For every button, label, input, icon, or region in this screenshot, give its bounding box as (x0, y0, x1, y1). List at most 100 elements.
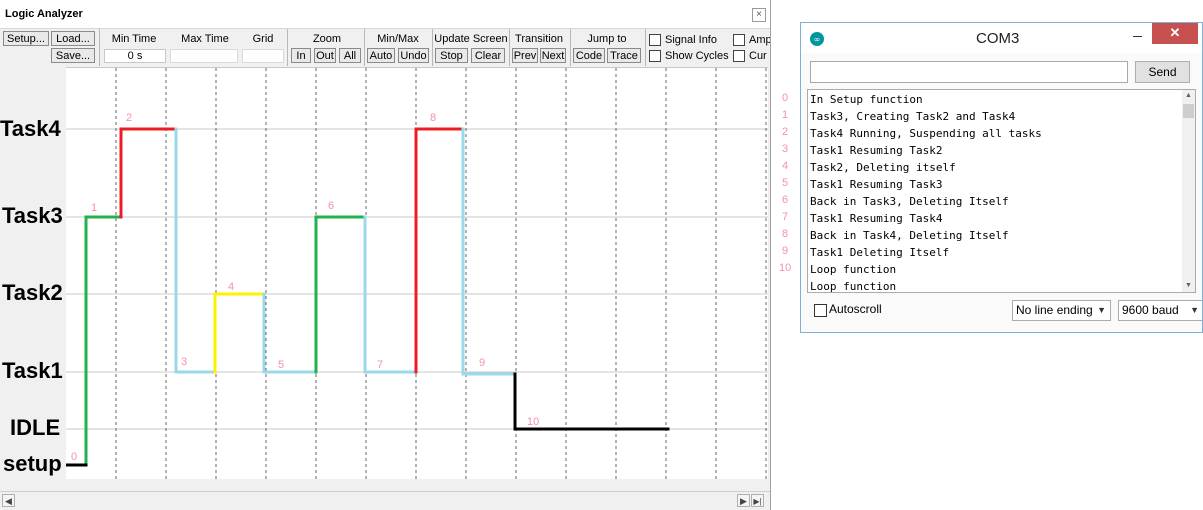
save-button[interactable]: Save... (51, 48, 95, 63)
chevron-down-icon: ▼ (1097, 305, 1106, 315)
serial-line-number: 6 (782, 194, 789, 206)
scroll-left-icon[interactable]: ◀ (2, 494, 15, 507)
zoom-out-button[interactable]: Out (314, 48, 336, 63)
baud-value: 9600 baud (1122, 303, 1179, 317)
transition-label: Transition (515, 33, 563, 45)
step-number-labels: 0 1 2 3 4 5 6 7 8 9 10 (71, 112, 539, 463)
serial-line: Back in Task3, Deleting Itself (810, 195, 1009, 208)
minmax-label: Min/Max (377, 33, 419, 45)
min-time-label: Min Time (111, 33, 157, 45)
prev-button[interactable]: Prev (512, 48, 538, 63)
line-ending-select[interactable]: No line ending ▼ (1012, 300, 1111, 321)
toolbar-separator (287, 29, 288, 66)
serial-line: Back in Task4, Deleting Itself (810, 229, 1009, 242)
trace-button[interactable]: Trace (607, 48, 641, 63)
stop-button[interactable]: Stop (435, 48, 468, 63)
signal-labels-column: Task4 Task3 Task2 Task1 IDLE setup (0, 67, 66, 478)
serial-line-number: 9 (782, 245, 789, 257)
toolbar: Setup... Load... Save... Min Time 0 s Ma… (0, 29, 770, 66)
horizontal-scrollbar[interactable]: ◀ ▶ ▶| (0, 491, 770, 509)
task3-label: Task3 (2, 203, 63, 228)
cur-checkbox[interactable] (733, 50, 745, 62)
zoom-label: Zoom (312, 33, 342, 45)
undo-button[interactable]: Undo (398, 48, 429, 63)
show-cycles-checkbox[interactable] (649, 50, 661, 62)
toolbar-separator (364, 29, 365, 66)
chevron-down-icon: ▼ (1190, 305, 1199, 315)
serial-line: Task1 Resuming Task3 (810, 178, 943, 191)
signal-info-checkbox[interactable] (649, 34, 661, 46)
svg-text:∞: ∞ (814, 35, 821, 44)
serial-line: Task1 Resuming Task4 (810, 212, 943, 225)
serial-line-number: 5 (782, 177, 789, 189)
show-cycles-label: Show Cycles (665, 50, 729, 62)
waveform-plot[interactable]: 0 1 2 3 4 5 6 7 8 9 10 (64, 67, 768, 479)
setup-button[interactable]: Setup... (3, 31, 49, 46)
step-number: 8 (430, 112, 436, 124)
serial-monitor-titlebar: ∞ COM3 ✕ (801, 23, 1202, 53)
send-button[interactable]: Send (1135, 61, 1190, 83)
line-ending-value: No line ending (1016, 303, 1093, 317)
cur-label: Cur (749, 50, 767, 62)
amp-label: Amp (749, 34, 771, 46)
serial-line-number: 1 (782, 109, 789, 121)
toolbar-separator (432, 29, 433, 66)
serial-line: Task3, Creating Task2 and Task4 (810, 110, 1016, 123)
serial-status-bar: Autoscroll No line ending ▼ 9600 baud ▼ (801, 298, 1202, 324)
scroll-right-icon[interactable]: ▶ (737, 494, 750, 507)
serial-monitor-window: ∞ COM3 ✕ Send In Setup function Task3, Cr… (800, 22, 1203, 333)
amp-checkbox[interactable] (733, 34, 745, 46)
scroll-thumb[interactable] (1183, 104, 1194, 118)
baud-select[interactable]: 9600 baud ▼ (1118, 300, 1202, 321)
task1-label: Task1 (2, 358, 63, 383)
waveform-traces (64, 127, 670, 467)
serial-line: Task2, Deleting itself (810, 161, 956, 174)
signal-info-label: Signal Info (665, 34, 717, 46)
serial-output[interactable]: In Setup function Task3, Creating Task2 a… (807, 89, 1196, 293)
serial-line: Task1 Deleting Itself (810, 246, 950, 259)
autoscroll-checkbox[interactable] (814, 304, 827, 317)
send-input[interactable] (810, 61, 1128, 83)
serial-line: Task4 Running, Suspending all tasks (810, 127, 1042, 140)
zoom-all-button[interactable]: All (339, 48, 361, 63)
serial-line-number: 7 (782, 211, 789, 223)
next-button[interactable]: Next (540, 48, 566, 63)
serial-line-numbers: 0 1 2 3 4 5 6 7 8 9 10 (770, 0, 800, 300)
toolbar-separator (509, 29, 510, 66)
grid-value (242, 49, 284, 63)
step-number: 4 (228, 281, 234, 293)
vertical-scrollbar[interactable]: ▲ ▼ (1182, 90, 1195, 292)
auto-button[interactable]: Auto (367, 48, 395, 63)
step-number: 2 (126, 112, 132, 124)
clear-button[interactable]: Clear (471, 48, 505, 63)
step-number: 3 (181, 356, 187, 368)
close-icon[interactable]: × (752, 8, 766, 22)
jump-to-label: Jump to (587, 33, 627, 45)
serial-line: Task1 Resuming Task2 (810, 144, 943, 157)
minimize-icon[interactable] (1133, 36, 1142, 37)
scroll-up-icon[interactable]: ▲ (1182, 90, 1195, 102)
step-number: 7 (377, 359, 383, 371)
code-button[interactable]: Code (573, 48, 605, 63)
scroll-end-icon[interactable]: ▶| (751, 494, 764, 507)
idle-label: IDLE (10, 415, 61, 440)
waveform-svg: 0 1 2 3 4 5 6 7 8 9 10 (64, 68, 768, 479)
serial-line-number: 4 (782, 160, 789, 172)
serial-line-number: 2 (782, 126, 789, 138)
min-time-value: 0 s (104, 49, 166, 63)
close-icon[interactable]: ✕ (1152, 23, 1198, 44)
serial-line: Loop function (810, 280, 897, 293)
step-number: 5 (278, 359, 284, 371)
logic-analyzer-titlebar: Logic Analyzer × (0, 0, 770, 29)
window-title: Logic Analyzer (5, 8, 83, 20)
scroll-down-icon[interactable]: ▼ (1182, 280, 1195, 292)
load-button[interactable]: Load... (51, 31, 95, 46)
logic-analyzer-window: Logic Analyzer × Setup... Load... Save..… (0, 0, 771, 510)
step-number: 1 (91, 202, 97, 214)
toolbar-separator (99, 29, 100, 66)
step-number: 0 (71, 451, 77, 463)
update-screen-label: Update Screen (434, 33, 508, 45)
zoom-in-button[interactable]: In (291, 48, 311, 63)
serial-line: In Setup function (810, 93, 923, 106)
task2-label: Task2 (2, 280, 63, 305)
